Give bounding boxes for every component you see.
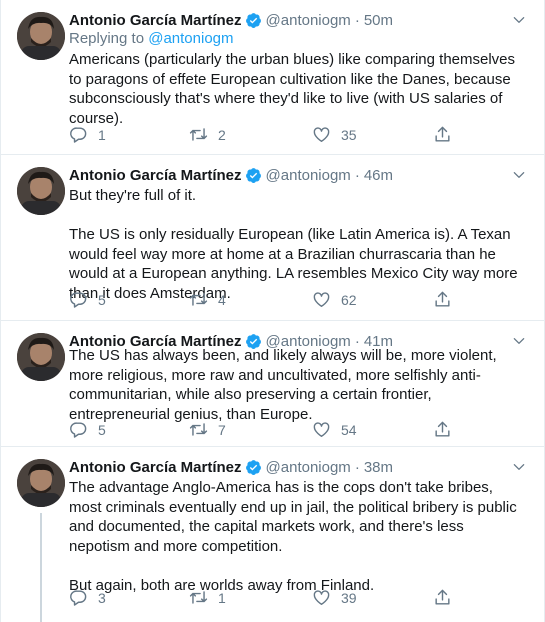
tweet-timestamp[interactable]: 50m xyxy=(364,12,393,29)
tweet-text: The US has always been, and likely alway… xyxy=(69,346,518,424)
verified-badge-icon xyxy=(245,12,261,28)
tweet-text: Americans (particularly the urban blues)… xyxy=(69,50,518,128)
like-button[interactable]: 39 xyxy=(312,588,357,607)
like-count: 35 xyxy=(341,126,357,143)
retweet-count: 7 xyxy=(218,421,226,438)
retweet-button[interactable]: 2 xyxy=(189,125,226,144)
tweet-4[interactable]: Antonio García Martínez @antoniogm · 38m… xyxy=(1,447,544,622)
reply-count: 5 xyxy=(98,421,106,438)
share-icon xyxy=(435,421,450,437)
author-name[interactable]: Antonio García Martínez xyxy=(69,12,242,29)
like-button[interactable]: 35 xyxy=(312,125,357,144)
reply-button[interactable]: 5 xyxy=(69,420,106,439)
chevron-down-icon[interactable] xyxy=(512,460,526,474)
verified-badge-icon xyxy=(245,459,261,475)
like-icon xyxy=(313,127,330,142)
tweet-text: The advantage Anglo-America has is the c… xyxy=(69,478,518,595)
tweet-actions: 5 4 62 xyxy=(69,290,469,310)
tweet-paragraph: The US has always been, and likely alway… xyxy=(69,347,497,423)
separator-dot: · xyxy=(354,458,360,476)
share-button[interactable] xyxy=(433,420,462,439)
tweet-header: Antonio García Martínez @antoniogm · 46m xyxy=(69,165,530,185)
like-button[interactable]: 62 xyxy=(312,290,357,309)
retweet-icon xyxy=(189,293,208,306)
reply-count: 3 xyxy=(98,589,106,606)
reply-button[interactable]: 1 xyxy=(69,125,106,144)
tweet-text: But they're full of it. The US is only r… xyxy=(69,186,518,303)
retweet-count: 2 xyxy=(218,126,226,143)
tweet-actions: 5 7 54 xyxy=(69,420,469,440)
tweet-header: Antonio García Martínez @antoniogm · 50m xyxy=(69,10,530,30)
tweet-header: Antonio García Martínez @antoniogm · 38m xyxy=(69,457,530,477)
author-handle[interactable]: @antoniogm xyxy=(266,12,351,29)
retweet-count: 4 xyxy=(218,291,226,308)
tweet-actions: 1 2 35 xyxy=(69,125,469,145)
retweet-icon xyxy=(189,591,208,604)
tweet-actions: 3 1 39 xyxy=(69,588,469,608)
thread-connector-line xyxy=(40,513,42,622)
share-button[interactable] xyxy=(433,290,462,309)
retweet-button[interactable]: 1 xyxy=(189,588,226,607)
share-icon xyxy=(435,291,450,307)
tweet-timestamp[interactable]: 38m xyxy=(364,459,393,476)
author-name[interactable]: Antonio García Martínez xyxy=(69,167,242,184)
like-count: 54 xyxy=(341,421,357,438)
retweet-icon xyxy=(189,128,208,141)
retweet-button[interactable]: 4 xyxy=(189,290,226,309)
verified-badge-icon xyxy=(245,167,261,183)
tweet-paragraph: Americans (particularly the urban blues)… xyxy=(69,51,516,127)
reply-button[interactable]: 3 xyxy=(69,588,106,607)
avatar[interactable] xyxy=(17,12,65,60)
chevron-down-icon[interactable] xyxy=(512,168,526,182)
separator-dot: · xyxy=(354,11,360,29)
share-icon xyxy=(435,589,450,605)
replying-handle-link[interactable]: @antoniogm xyxy=(148,30,233,47)
tweet-paragraph: The advantage Anglo-America has is the c… xyxy=(69,479,517,555)
reply-icon xyxy=(70,590,87,606)
author-handle[interactable]: @antoniogm xyxy=(266,459,351,476)
retweet-count: 1 xyxy=(218,589,226,606)
retweet-button[interactable]: 7 xyxy=(189,420,226,439)
like-button[interactable]: 54 xyxy=(312,420,357,439)
like-icon xyxy=(313,422,330,437)
reply-count: 1 xyxy=(98,126,106,143)
tweet-timestamp[interactable]: 46m xyxy=(364,167,393,184)
share-button[interactable] xyxy=(433,125,462,144)
reply-count: 5 xyxy=(98,291,106,308)
share-button[interactable] xyxy=(433,588,462,607)
like-count: 39 xyxy=(341,589,357,606)
author-handle[interactable]: @antoniogm xyxy=(266,167,351,184)
avatar[interactable] xyxy=(17,333,65,381)
like-icon xyxy=(313,590,330,605)
reply-icon xyxy=(70,422,87,438)
like-icon xyxy=(313,292,330,307)
avatar[interactable] xyxy=(17,459,65,507)
tweet-1[interactable]: Antonio García Martínez @antoniogm · 50m… xyxy=(1,0,544,155)
tweet-2[interactable]: Antonio García Martínez @antoniogm · 46m… xyxy=(1,155,544,321)
thread-timeline: Antonio García Martínez @antoniogm · 50m… xyxy=(0,0,545,622)
avatar[interactable] xyxy=(17,167,65,215)
tweet-paragraph: But they're full of it. xyxy=(69,187,197,204)
reply-button[interactable]: 5 xyxy=(69,290,106,309)
like-count: 62 xyxy=(341,291,357,308)
replying-to: Replying to @antoniogm xyxy=(69,30,234,47)
replying-prefix: Replying to xyxy=(69,30,145,47)
tweet-3[interactable]: Antonio García Martínez @antoniogm · 41m… xyxy=(1,321,544,447)
retweet-icon xyxy=(189,423,208,436)
author-name[interactable]: Antonio García Martínez xyxy=(69,459,242,476)
chevron-down-icon[interactable] xyxy=(512,13,526,27)
separator-dot: · xyxy=(354,166,360,184)
reply-icon xyxy=(70,292,87,308)
reply-icon xyxy=(70,127,87,143)
share-icon xyxy=(435,126,450,142)
